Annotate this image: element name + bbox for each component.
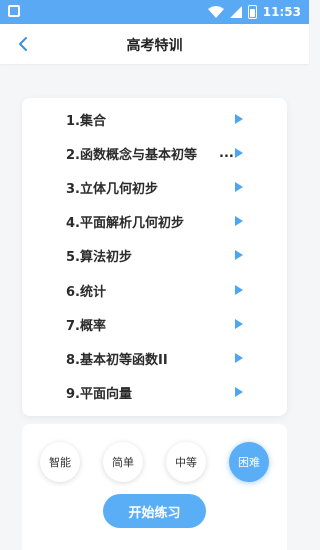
chapter-label: 7.概率 — [66, 318, 106, 334]
play-arrow-icon — [235, 250, 243, 260]
chapter-item[interactable]: 5.算法初步 — [22, 240, 287, 270]
chapter-item[interactable]: 4.平面解析几何初步 — [22, 206, 287, 236]
chapter-label: 8.基本初等函数II — [66, 352, 168, 368]
play-arrow-icon — [235, 285, 243, 295]
level-medium-button[interactable]: 中等 — [166, 442, 206, 482]
chapter-label: 6.统计 — [66, 284, 106, 300]
play-arrow-icon — [235, 353, 243, 363]
chapter-ellipsis: ... — [219, 145, 234, 161]
level-hard-button[interactable]: 困难 — [229, 442, 269, 482]
play-arrow-icon — [235, 114, 243, 124]
battery-icon — [247, 5, 257, 19]
page-title: 高考特训 — [126, 38, 183, 54]
chapter-label: 4.平面解析几何初步 — [66, 215, 184, 231]
chapter-label: 3.立体几何初步 — [66, 181, 158, 197]
chapter-item[interactable]: 2.函数概念与基本初等 ... — [22, 138, 287, 168]
chapter-label: 5.算法初步 — [66, 249, 132, 265]
status-bar: 11:53 — [0, 0, 309, 24]
play-arrow-icon — [235, 387, 243, 397]
chapter-item[interactable]: 8.基本初等函数II — [22, 343, 287, 373]
level-easy-button[interactable]: 简单 — [103, 442, 143, 482]
wifi-icon — [207, 6, 224, 18]
chapter-list-card: 1.集合 2.函数概念与基本初等 ... 3.立体几何初步 4.平面解析几何初步… — [22, 98, 287, 416]
status-icons: 11:53 — [207, 3, 301, 21]
chapter-item[interactable]: 9.平面向量 — [22, 377, 287, 407]
play-arrow-icon — [235, 216, 243, 226]
play-arrow-icon — [235, 148, 243, 158]
level-smart-button[interactable]: 智能 — [40, 442, 80, 482]
play-arrow-icon — [235, 182, 243, 192]
status-time: 11:53 — [262, 5, 301, 19]
app-header: 高考特训 — [0, 24, 309, 64]
chapter-label: 1.集合 — [66, 113, 106, 129]
signal-icon — [229, 6, 242, 18]
chapter-label: 2.函数概念与基本初等 — [66, 147, 197, 163]
app-notification-icon — [8, 5, 20, 17]
chapter-item[interactable]: 1.集合 — [22, 104, 287, 134]
chapter-item[interactable]: 6.统计 — [22, 275, 287, 305]
chapter-label: 9.平面向量 — [66, 386, 132, 402]
start-practice-button[interactable]: 开始练习 — [103, 494, 206, 528]
chapter-item[interactable]: 3.立体几何初步 — [22, 172, 287, 202]
chapter-item[interactable]: 7.概率 — [22, 309, 287, 339]
play-arrow-icon — [235, 319, 243, 329]
